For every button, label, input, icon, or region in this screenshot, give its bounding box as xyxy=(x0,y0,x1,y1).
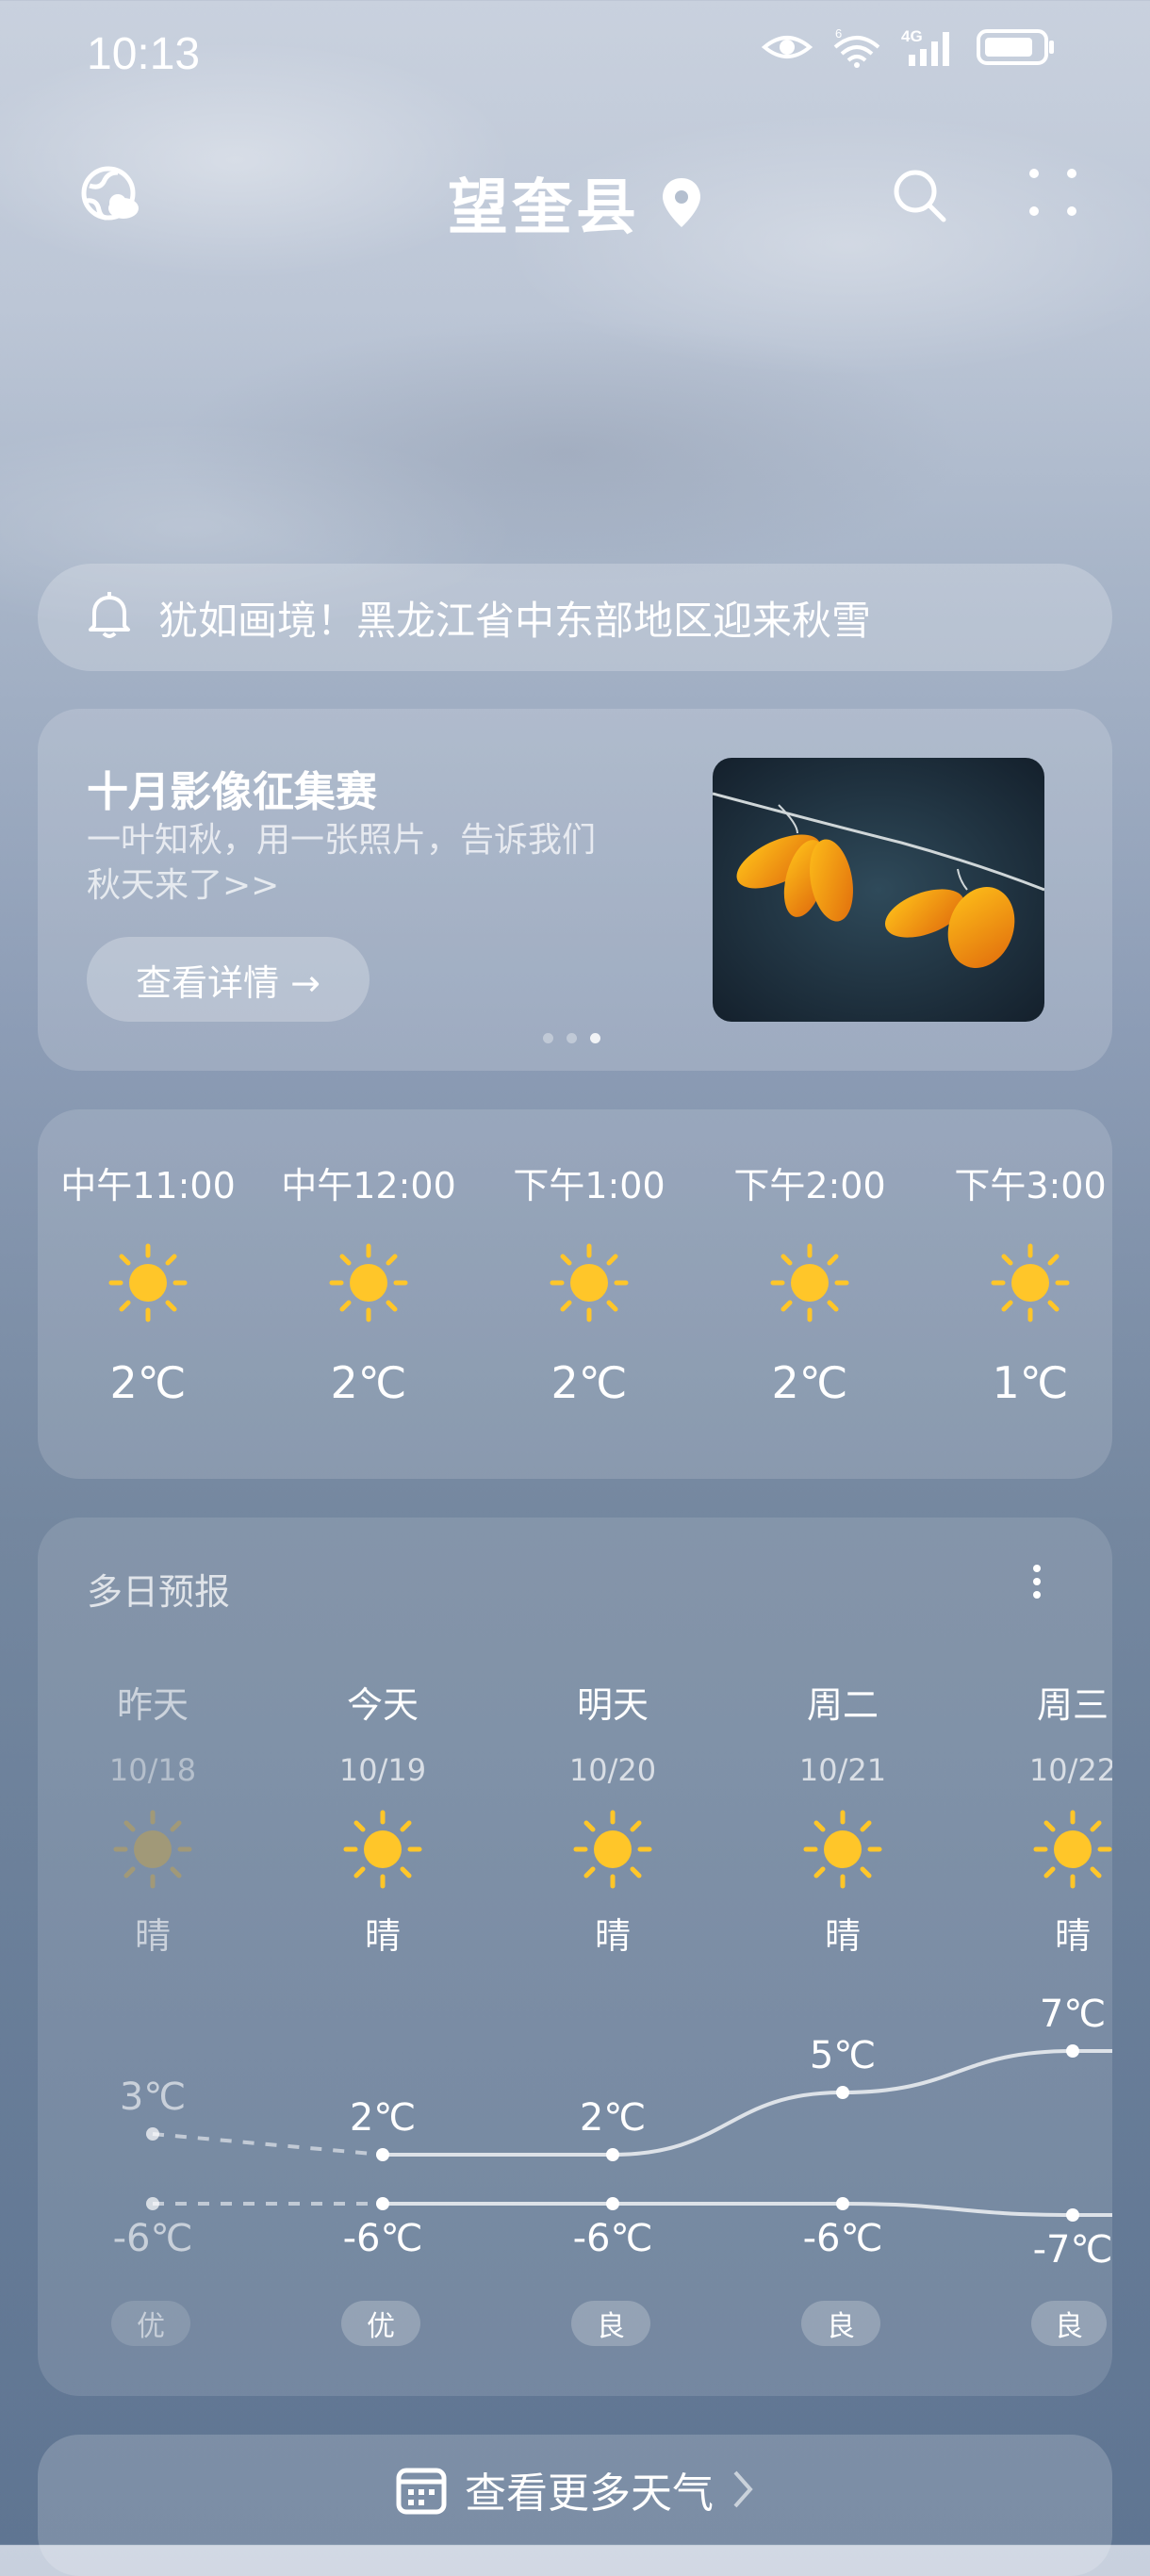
wifi-icon: 6 xyxy=(830,26,884,68)
more-weather-button[interactable]: 查看更多天气 xyxy=(38,2435,1112,2576)
eye-icon xyxy=(762,28,813,66)
aqi-badge: 优 xyxy=(341,2301,420,2346)
aqi-badge: 良 xyxy=(571,2301,650,2346)
low-temp-label: -7℃ xyxy=(1033,2228,1112,2272)
sun-icon xyxy=(479,1242,699,1323)
network-label: 4G xyxy=(901,27,923,45)
hourly-temp: 2℃ xyxy=(771,1357,848,1408)
hourly-temp: 1℃ xyxy=(992,1357,1069,1408)
hourly-time: 下午1:00 xyxy=(513,1165,665,1206)
wifi-label: 6 xyxy=(835,26,842,41)
city-title[interactable]: 望奎县 xyxy=(0,159,1150,246)
promo-card[interactable]: 十月影像征集赛 一叶知秋，用一张照片，告诉我们秋天来了>> 查看详情 → xyxy=(38,709,1112,1071)
hourly-temp: 2℃ xyxy=(330,1357,407,1408)
low-temp-point xyxy=(836,2197,849,2210)
high-temp-past-segment xyxy=(152,2132,384,2157)
more-options-icon[interactable] xyxy=(1027,167,1078,222)
high-temp-label: 5℃ xyxy=(810,2034,876,2077)
news-banner[interactable]: 犹如画境！黑龙江省中东部地区迎来秋雪 xyxy=(38,564,1112,671)
low-temp-point xyxy=(1066,2208,1079,2222)
hourly-item: 下午3:00 1℃ xyxy=(920,1157,1112,1408)
hourly-item: 下午1:00 2℃ xyxy=(479,1157,699,1408)
temperature-trend-chart: 3℃ 2℃ 2℃ 5℃ 7℃ -6℃ -6℃ -6℃ -6℃ -7℃ xyxy=(113,1993,1112,2272)
hourly-forecast[interactable]: 中午11:00 2℃ 中午12:00 2℃ 下午1:00 2℃ 下午2:00 2… xyxy=(38,1109,1112,1479)
status-time: 10:13 xyxy=(87,29,201,79)
multi-day-forecast[interactable]: 多日预报 昨天 10/18 晴 今天 10/19 晴 明天 10/20 晴 周二… xyxy=(38,1518,1112,2396)
sun-icon xyxy=(920,1242,1112,1323)
low-temp-label: -6℃ xyxy=(573,2217,653,2260)
city-name: 望奎县 xyxy=(448,173,640,243)
high-temp-point xyxy=(606,2148,619,2161)
low-temp-label: -6℃ xyxy=(343,2217,423,2260)
hourly-time: 下午2:00 xyxy=(733,1165,886,1206)
sun-icon xyxy=(258,1242,479,1323)
aqi-badge: 优 xyxy=(111,2301,190,2346)
aqi-badge: 良 xyxy=(1031,2301,1107,2346)
location-pin-icon xyxy=(663,178,700,227)
aqi-badge: 良 xyxy=(801,2301,880,2346)
promo-autumn-leaves-image[interactable] xyxy=(713,758,1044,1022)
hourly-temp: 2℃ xyxy=(550,1357,628,1408)
low-temp-point xyxy=(146,2197,159,2210)
hourly-item: 中午12:00 2℃ xyxy=(258,1157,479,1408)
promo-subtitle: 一叶知秋，用一张照片，告诉我们秋天来了>> xyxy=(87,821,597,905)
high-temp-line xyxy=(382,2049,1112,2157)
status-icons: 6 4G xyxy=(762,26,1056,68)
sun-icon xyxy=(38,1242,258,1323)
low-temp-label: -6℃ xyxy=(803,2217,883,2260)
sun-icon xyxy=(699,1242,920,1323)
search-icon[interactable] xyxy=(891,167,949,229)
calendar-icon xyxy=(396,2468,447,2515)
high-temp-point xyxy=(836,2086,849,2099)
carousel-dot-active xyxy=(590,1033,600,1043)
carousel-indicator xyxy=(543,1033,600,1043)
hourly-item: 中午11:00 2℃ xyxy=(38,1157,258,1408)
high-temp-label: 2℃ xyxy=(580,2096,646,2140)
view-details-button[interactable]: 查看详情 → xyxy=(87,937,370,1022)
high-temp-label: 2℃ xyxy=(350,2096,416,2140)
high-temp-point xyxy=(1066,2044,1079,2058)
carousel-dot xyxy=(543,1033,553,1043)
promo-title: 十月影像征集赛 xyxy=(87,768,377,816)
header: 望奎县 xyxy=(0,156,1150,243)
hourly-time: 中午12:00 xyxy=(281,1165,456,1206)
carousel-dot xyxy=(567,1033,577,1043)
low-temp-point xyxy=(606,2197,619,2210)
bell-icon xyxy=(87,590,132,645)
low-temp-point xyxy=(376,2197,389,2210)
low-temp-label: -6℃ xyxy=(113,2217,193,2260)
cellular-icon: 4G xyxy=(901,27,960,66)
hourly-time: 下午3:00 xyxy=(954,1165,1107,1206)
hourly-item: 下午2:00 2℃ xyxy=(699,1157,920,1408)
news-headline: 犹如画境！黑龙江省中东部地区迎来秋雪 xyxy=(158,597,872,644)
high-temp-label: 3℃ xyxy=(120,2076,186,2119)
chevron-right-icon xyxy=(733,2470,753,2508)
battery-icon xyxy=(977,28,1056,66)
hourly-temp: 2℃ xyxy=(109,1357,187,1408)
high-temp-point xyxy=(146,2127,159,2141)
high-temp-point xyxy=(376,2148,389,2161)
hourly-time: 中午11:00 xyxy=(60,1165,236,1206)
low-temp-line xyxy=(383,2202,1112,2217)
more-weather-label: 查看更多天气 xyxy=(465,2469,714,2518)
high-temp-label: 7℃ xyxy=(1040,1993,1106,2036)
